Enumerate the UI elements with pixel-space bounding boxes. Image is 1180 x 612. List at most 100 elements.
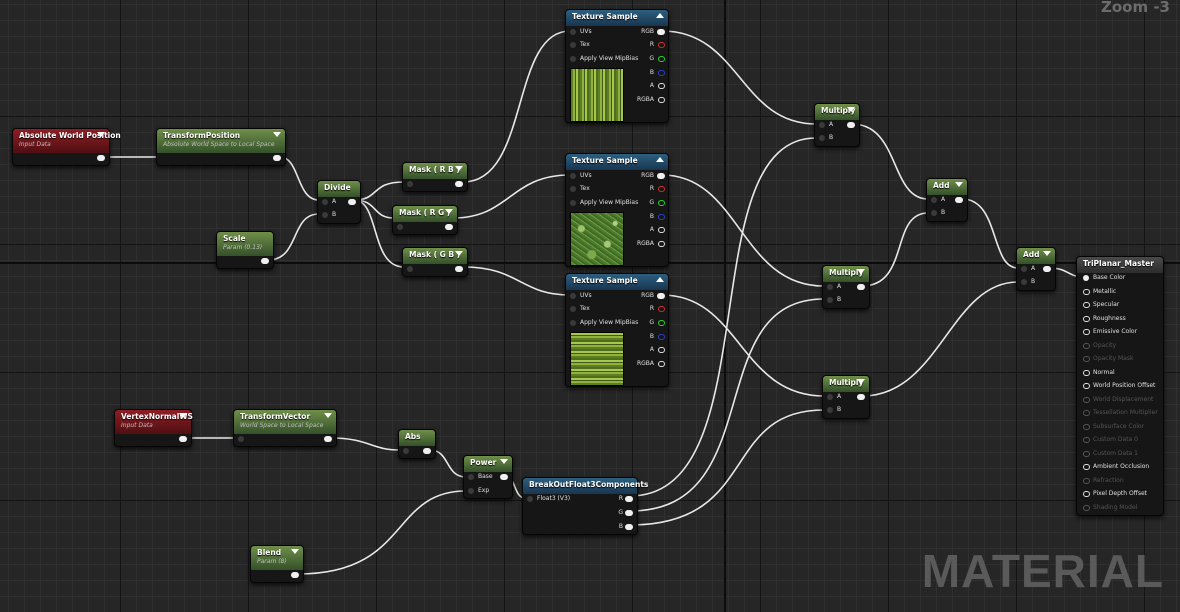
output-pin[interactable] bbox=[857, 284, 865, 290]
node-breakout-float3[interactable]: BreakOutFloat3Components Float3 (V3) R G… bbox=[522, 477, 648, 535]
node-mask-rb[interactable]: Mask ( R B ) bbox=[402, 162, 468, 192]
node-divide[interactable]: Divide A B bbox=[317, 180, 361, 224]
master-input-pin[interactable] bbox=[1083, 491, 1090, 497]
collapse-chevron-icon[interactable] bbox=[847, 107, 855, 112]
output-pin-g[interactable] bbox=[658, 56, 665, 62]
input-pin-a[interactable] bbox=[1021, 266, 1027, 272]
output-pin-rgb[interactable] bbox=[657, 173, 665, 179]
collapse-chevron-icon[interactable] bbox=[455, 166, 463, 171]
output-pin[interactable] bbox=[273, 155, 281, 161]
node-vertex-normal-ws[interactable]: VertexNormalWS Input Data bbox=[114, 409, 193, 447]
output-pin[interactable] bbox=[348, 199, 356, 205]
output-pin[interactable] bbox=[500, 474, 508, 480]
output-pin[interactable] bbox=[857, 394, 865, 400]
collapse-chevron-icon[interactable] bbox=[857, 269, 865, 274]
collapse-chevron-icon[interactable] bbox=[656, 13, 664, 18]
output-pin-rgba[interactable] bbox=[658, 97, 665, 103]
master-input-pin[interactable] bbox=[1083, 410, 1090, 416]
output-pin-a[interactable] bbox=[658, 83, 665, 89]
output-pin[interactable] bbox=[324, 436, 332, 442]
input-pin-b[interactable] bbox=[819, 135, 825, 141]
output-pin-g[interactable] bbox=[625, 510, 633, 516]
output-pin[interactable] bbox=[847, 122, 855, 128]
input-pin-b[interactable] bbox=[827, 407, 833, 413]
output-pin[interactable] bbox=[955, 197, 963, 203]
input-pin-uvs[interactable] bbox=[570, 173, 576, 179]
output-pin-b[interactable] bbox=[658, 214, 665, 220]
node-mask-rg[interactable]: Mask ( R G ) bbox=[392, 205, 458, 235]
collapse-chevron-icon[interactable] bbox=[656, 157, 664, 162]
output-pin-r[interactable] bbox=[658, 42, 665, 48]
node-transform-position[interactable]: TransformPosition Absolute World Space to… bbox=[156, 128, 286, 166]
master-input-pin[interactable] bbox=[1083, 450, 1090, 457]
collapse-chevron-icon[interactable] bbox=[273, 132, 281, 137]
output-pin-b[interactable] bbox=[658, 334, 665, 340]
input-pin[interactable] bbox=[407, 181, 413, 187]
output-pin-r[interactable] bbox=[625, 496, 633, 502]
node-multiply-2[interactable]: Multiply A B bbox=[822, 265, 870, 309]
input-pin-b[interactable] bbox=[1021, 279, 1027, 285]
output-pin-r[interactable] bbox=[658, 186, 665, 192]
output-pin-g[interactable] bbox=[658, 320, 665, 326]
output-pin-b[interactable] bbox=[658, 70, 665, 76]
node-add-2[interactable]: Add A B bbox=[1016, 247, 1056, 291]
master-input-pin[interactable] bbox=[1083, 275, 1089, 281]
master-input-pin[interactable] bbox=[1083, 437, 1090, 443]
node-transform-vector[interactable]: TransformVector World Space to Local Spac… bbox=[233, 409, 337, 447]
input-pin-a[interactable] bbox=[931, 197, 937, 203]
output-pin[interactable] bbox=[423, 448, 431, 454]
node-material-master[interactable]: TriPlanar_Master Base Color Metallic Specu… bbox=[1076, 256, 1164, 516]
node-texture-sample-2[interactable]: Texture Sample UVs Tex Apply View MipBia… bbox=[565, 153, 669, 267]
output-pin-rgba[interactable] bbox=[658, 241, 665, 247]
output-pin-a[interactable] bbox=[658, 347, 665, 353]
node-abs[interactable]: Abs bbox=[398, 429, 436, 459]
input-pin-uvs[interactable] bbox=[570, 29, 576, 35]
input-pin[interactable] bbox=[407, 266, 413, 272]
node-power[interactable]: Power Base Exp bbox=[463, 455, 513, 499]
input-pin-b[interactable] bbox=[322, 212, 328, 218]
input-pin-tex[interactable] bbox=[570, 42, 576, 48]
input-pin-a[interactable] bbox=[827, 394, 833, 400]
collapse-chevron-icon[interactable] bbox=[324, 413, 332, 418]
node-texture-sample-1[interactable]: Texture Sample UVs Tex Apply View MipBia… bbox=[565, 9, 669, 123]
input-pin-uvs[interactable] bbox=[570, 293, 576, 299]
input-pin[interactable] bbox=[403, 448, 409, 454]
output-pin-b[interactable] bbox=[625, 524, 633, 530]
output-pin[interactable] bbox=[261, 258, 269, 264]
master-input-pin[interactable] bbox=[1083, 369, 1090, 376]
master-input-pin[interactable] bbox=[1083, 464, 1090, 470]
output-pin[interactable] bbox=[445, 224, 453, 230]
node-multiply-3[interactable]: Multiply A B bbox=[822, 375, 870, 419]
collapse-chevron-icon[interactable] bbox=[179, 413, 187, 418]
collapse-chevron-icon[interactable] bbox=[857, 379, 865, 384]
output-pin-g[interactable] bbox=[658, 200, 665, 206]
input-pin-a[interactable] bbox=[322, 199, 328, 205]
input-pin-a[interactable] bbox=[827, 284, 833, 290]
collapse-chevron-icon[interactable] bbox=[445, 209, 453, 214]
collapse-chevron-icon[interactable] bbox=[1043, 251, 1051, 256]
node-scale-param[interactable]: Scale Param (0.13) bbox=[216, 231, 274, 269]
input-pin-b[interactable] bbox=[827, 297, 833, 303]
node-multiply-1[interactable]: Multiply A B bbox=[814, 103, 860, 147]
input-pin[interactable] bbox=[238, 436, 244, 442]
master-input-pin[interactable] bbox=[1083, 396, 1090, 403]
input-pin-mipbias[interactable] bbox=[570, 200, 576, 206]
collapse-chevron-icon[interactable] bbox=[291, 549, 299, 554]
collapse-chevron-icon[interactable] bbox=[455, 251, 463, 256]
output-pin[interactable] bbox=[455, 266, 463, 272]
master-input-pin[interactable] bbox=[1083, 342, 1090, 349]
collapse-chevron-icon[interactable] bbox=[656, 277, 664, 282]
output-pin-rgb[interactable] bbox=[657, 293, 665, 299]
output-pin[interactable] bbox=[291, 572, 299, 578]
input-pin-float3[interactable] bbox=[527, 496, 533, 502]
master-input-pin[interactable] bbox=[1083, 477, 1090, 484]
node-add-1[interactable]: Add A B bbox=[926, 178, 968, 222]
output-pin[interactable] bbox=[455, 181, 463, 187]
collapse-chevron-icon[interactable] bbox=[500, 459, 508, 464]
node-absolute-world-position[interactable]: Absolute World Position Input Data bbox=[12, 128, 121, 166]
output-pin-rgb[interactable] bbox=[657, 29, 665, 35]
collapse-chevron-icon[interactable] bbox=[97, 132, 105, 137]
master-input-pin[interactable] bbox=[1083, 423, 1090, 430]
output-pin[interactable] bbox=[97, 155, 105, 161]
collapse-chevron-icon[interactable] bbox=[955, 182, 963, 187]
